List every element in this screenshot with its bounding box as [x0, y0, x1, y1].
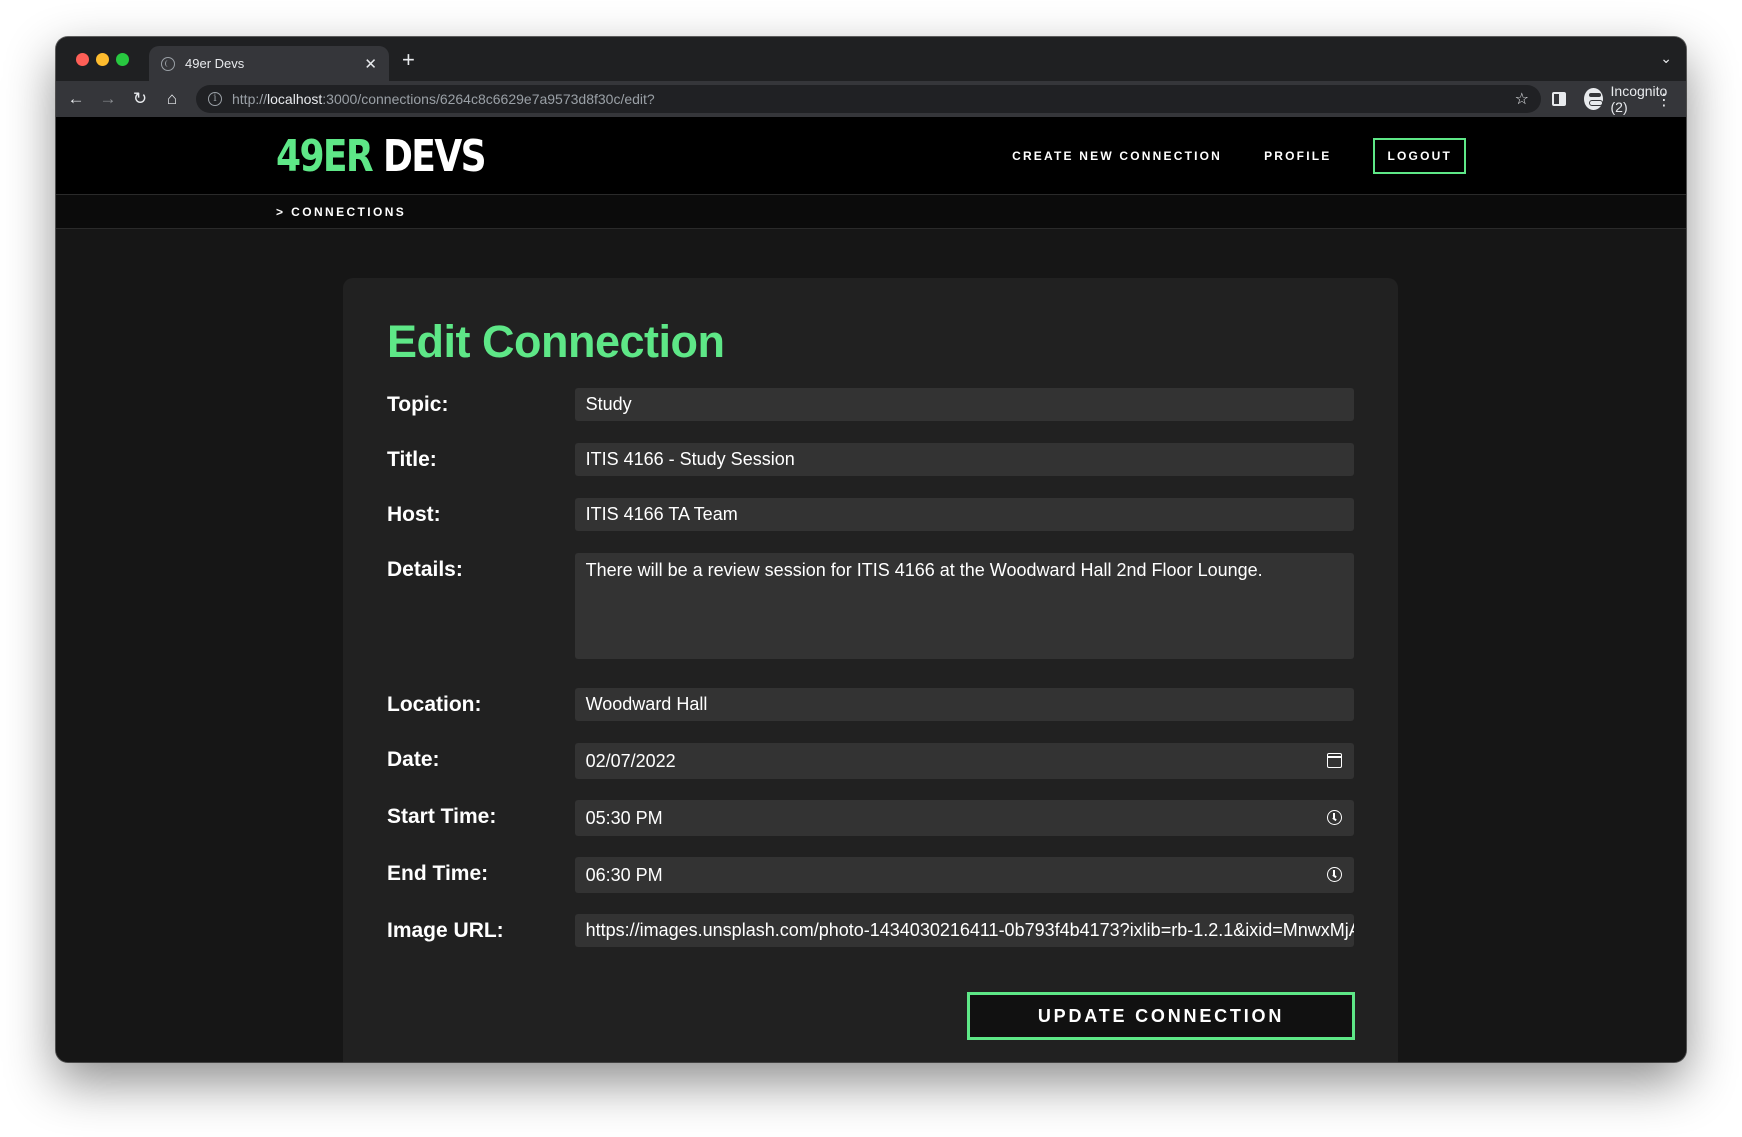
- start-time-input[interactable]: 05:30 PM: [574, 800, 1354, 836]
- address-bar[interactable]: i http://localhost:3000/connections/6264…: [196, 85, 1541, 113]
- chevron-down-icon[interactable]: ⌄: [1660, 50, 1672, 67]
- browser-tab[interactable]: 49er Devs ✕: [149, 46, 389, 81]
- url-text[interactable]: http://localhost:3000/connections/6264c8…: [232, 91, 1515, 107]
- browser-toolbar: ← → ↻ ⌂ i http://localhost:3000/connecti…: [56, 81, 1686, 117]
- breadcrumb[interactable]: > CONNECTIONS: [56, 195, 1686, 229]
- end-time-label: End Time:: [387, 862, 489, 885]
- web-page: 49ER DEVS CREATE NEW CONNECTION PROFILE …: [56, 117, 1686, 1062]
- tab-strip: 49er Devs ✕ + ⌄: [56, 37, 1686, 81]
- details-row: Details: There will be a review session …: [387, 553, 1354, 659]
- page-title: Edit Connection: [387, 316, 725, 367]
- location-row: Location: Woodward Hall: [387, 688, 1354, 721]
- end-time-input[interactable]: 06:30 PM: [574, 857, 1354, 893]
- image-url-row: Image URL: https://images.unsplash.com/p…: [387, 914, 1354, 947]
- side-panel-icon[interactable]: [1552, 92, 1566, 106]
- logout-button[interactable]: LOGOUT: [1373, 138, 1466, 174]
- minimize-window-button[interactable]: [96, 53, 109, 66]
- details-textarea[interactable]: There will be a review session for ITIS …: [574, 553, 1354, 659]
- title-label: Title:: [387, 448, 437, 471]
- title-row: Title: ITIS 4166 - Study Session: [387, 443, 1354, 476]
- details-label: Details:: [387, 558, 463, 581]
- site-header: 49ER DEVS CREATE NEW CONNECTION PROFILE …: [56, 117, 1686, 195]
- maximize-window-button[interactable]: [116, 53, 129, 66]
- main-nav: CREATE NEW CONNECTION PROFILE LOGOUT: [970, 138, 1466, 174]
- date-input[interactable]: 02/07/2022: [574, 743, 1354, 779]
- site-logo[interactable]: 49ER DEVS: [276, 131, 487, 182]
- end-time-row: End Time: 06:30 PM: [387, 857, 1354, 893]
- kebab-menu-icon[interactable]: ⋮: [1656, 90, 1672, 110]
- date-label: Date:: [387, 748, 440, 771]
- start-time-label: Start Time:: [387, 805, 497, 828]
- forward-arrow-icon[interactable]: →: [92, 89, 124, 109]
- end-time-value: 06:30 PM: [585, 865, 663, 885]
- topic-input[interactable]: Study: [574, 388, 1354, 421]
- image-url-label: Image URL:: [387, 919, 504, 942]
- incognito-icon: [1584, 88, 1603, 110]
- clock-icon[interactable]: [1327, 810, 1342, 825]
- start-time-row: Start Time: 05:30 PM: [387, 800, 1354, 836]
- clock-icon[interactable]: [1327, 867, 1342, 882]
- topic-label: Topic:: [387, 393, 449, 416]
- home-icon[interactable]: ⌂: [156, 89, 188, 109]
- nav-profile[interactable]: PROFILE: [1264, 149, 1331, 163]
- host-input[interactable]: ITIS 4166 TA Team: [574, 498, 1354, 531]
- star-icon[interactable]: ☆: [1515, 89, 1529, 109]
- globe-icon: [161, 56, 175, 71]
- back-arrow-icon[interactable]: ←: [60, 89, 92, 109]
- tab-title: 49er Devs: [185, 56, 245, 71]
- calendar-icon[interactable]: [1327, 753, 1342, 768]
- browser-window: 49er Devs ✕ + ⌄ ← → ↻ ⌂ i http://localho…: [56, 37, 1686, 1062]
- edit-connection-card: Edit Connection Topic: Study Title: ITIS…: [343, 278, 1398, 1062]
- start-time-value: 05:30 PM: [585, 808, 663, 828]
- close-window-button[interactable]: [76, 53, 89, 66]
- host-row: Host: ITIS 4166 TA Team: [387, 498, 1354, 531]
- close-icon[interactable]: ✕: [364, 55, 377, 73]
- image-url-input[interactable]: https://images.unsplash.com/photo-143403…: [574, 914, 1354, 947]
- nav-create-connection[interactable]: CREATE NEW CONNECTION: [1012, 149, 1222, 163]
- plus-icon[interactable]: +: [402, 47, 415, 73]
- title-input[interactable]: ITIS 4166 - Study Session: [574, 443, 1354, 476]
- date-row: Date: 02/07/2022: [387, 743, 1354, 779]
- location-input[interactable]: Woodward Hall: [574, 688, 1354, 721]
- reload-icon[interactable]: ↻: [124, 89, 156, 109]
- date-value: 02/07/2022: [585, 751, 676, 771]
- topic-row: Topic: Study: [387, 388, 1354, 421]
- location-label: Location:: [387, 693, 482, 716]
- update-connection-button[interactable]: UPDATE CONNECTION: [967, 992, 1355, 1040]
- host-label: Host:: [387, 503, 441, 526]
- info-icon[interactable]: i: [208, 92, 222, 106]
